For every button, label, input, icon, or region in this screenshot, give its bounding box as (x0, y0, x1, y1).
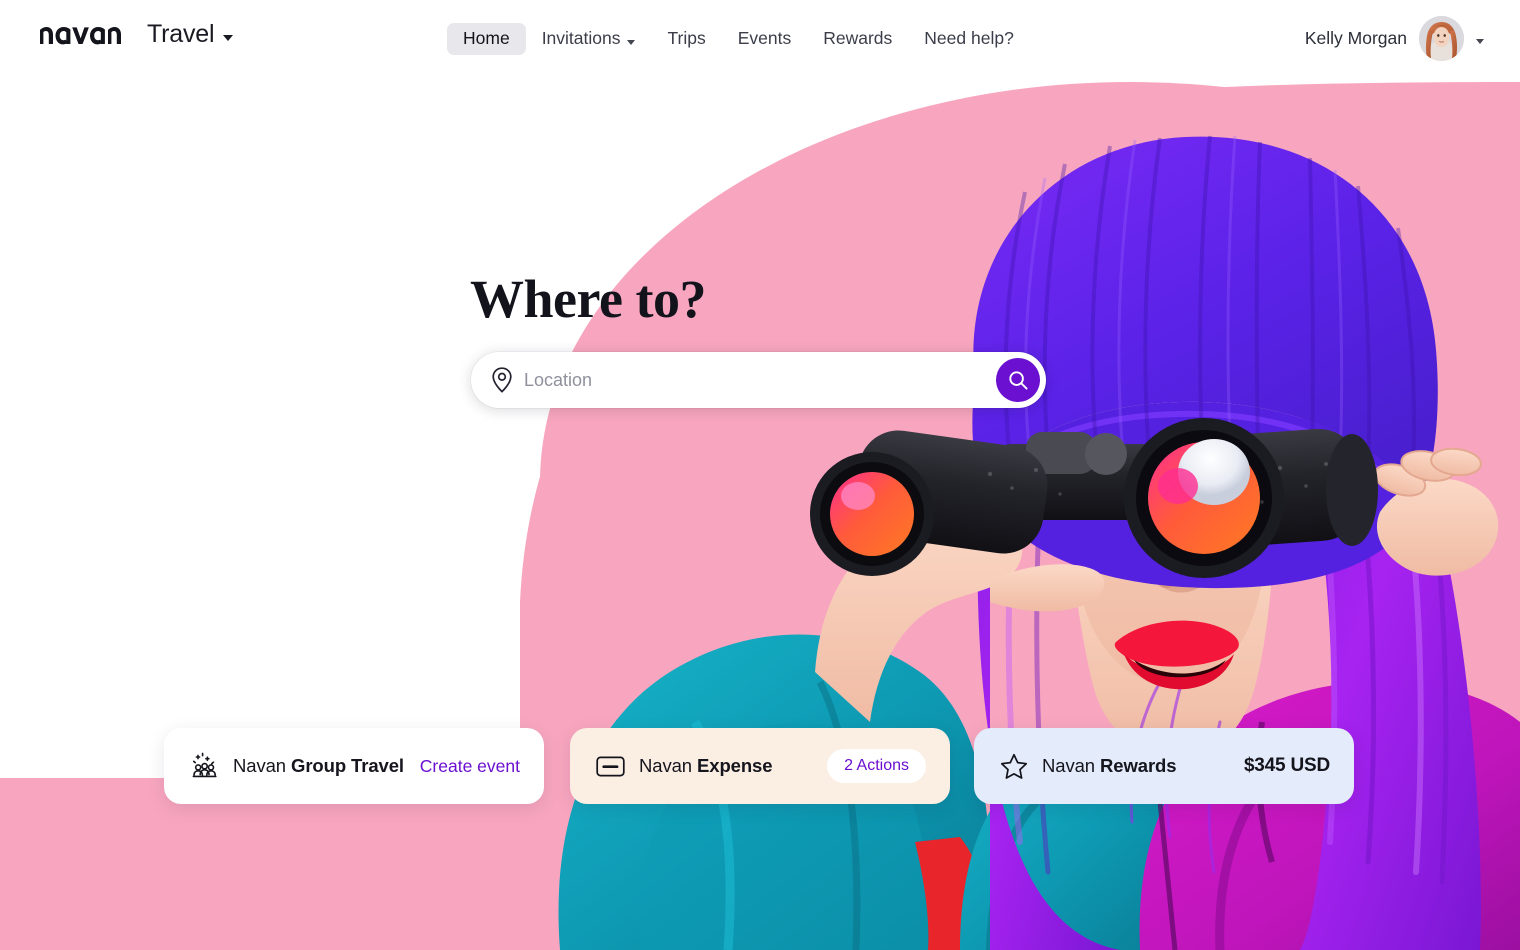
nav-item-trips[interactable]: Trips (651, 23, 721, 55)
card-title: Navan Rewards (1042, 755, 1177, 776)
card-action: $345 USD (1244, 755, 1330, 777)
nav-item-label: Home (463, 28, 510, 49)
card-navan-group-travel[interactable]: Navan Group Travel Create event (164, 728, 544, 804)
card-navan-rewards[interactable]: Navan Rewards $345 USD (974, 728, 1354, 804)
nav-item-events[interactable]: Events (722, 23, 808, 55)
card-action[interactable]: 2 Actions (827, 749, 926, 783)
nav-item-label: Rewards (823, 28, 893, 49)
user-chevron-down-icon[interactable] (1476, 39, 1484, 44)
star-icon (1000, 753, 1028, 780)
credit-card-icon (596, 755, 625, 778)
quick-action-cards: Navan Group Travel Create event Navan Ex… (0, 728, 1520, 806)
nav-item-label: Trips (667, 28, 706, 49)
nav-item-rewards[interactable]: Rewards (807, 23, 908, 55)
hero-photo (520, 82, 1520, 950)
nav-item-need-help[interactable]: Need help? (908, 23, 1030, 55)
card-title: Navan Expense (639, 755, 773, 776)
brand-logo-group[interactable]: Travel (38, 20, 234, 48)
search-icon (1008, 370, 1028, 390)
card-navan-expense[interactable]: Navan Expense 2 Actions (570, 728, 950, 804)
actions-badge[interactable]: 2 Actions (827, 749, 926, 783)
app-page: Travel Home Invitations Trips Events Rew… (0, 0, 1520, 950)
nav-item-label: Events (737, 28, 792, 49)
user-account-menu[interactable]: Kelly Morgan (1305, 16, 1484, 61)
main-nav: Home Invitations Trips Events Rewards Ne… (447, 0, 1030, 78)
create-event-link[interactable]: Create event (420, 756, 520, 777)
card-title: Navan Group Travel (233, 755, 404, 776)
search-input[interactable] (524, 353, 996, 407)
group-travel-icon (190, 752, 219, 781)
user-name-label: Kelly Morgan (1304, 28, 1407, 48)
page-title: Where to? (470, 269, 706, 329)
navan-wordmark-icon (38, 23, 131, 47)
top-navigation-bar: Travel Home Invitations Trips Events Rew… (0, 0, 1520, 78)
brand-product-label: Travel (147, 20, 215, 48)
nav-item-label: Invitations (541, 28, 621, 49)
search-submit-button[interactable] (996, 358, 1040, 402)
avatar (1419, 16, 1464, 61)
nav-item-home[interactable]: Home (447, 23, 526, 55)
nav-item-invitations[interactable]: Invitations (526, 23, 652, 55)
location-pin-icon (491, 367, 513, 393)
nav-item-label: Need help? (924, 28, 1014, 49)
rewards-amount: $345 USD (1243, 755, 1330, 776)
chevron-down-icon (627, 39, 636, 45)
brand-chevron-down-icon[interactable] (223, 34, 234, 41)
location-search-bar[interactable] (471, 352, 1046, 408)
card-action[interactable]: Create event (420, 756, 520, 777)
